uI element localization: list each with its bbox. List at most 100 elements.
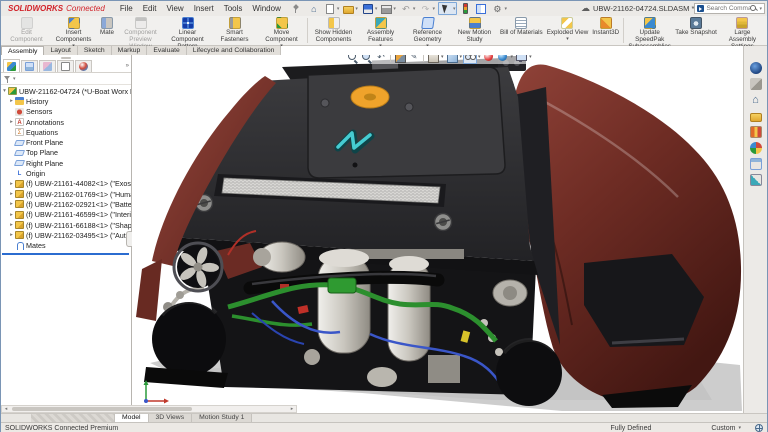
- ribbon-button-large-assembly-settings[interactable]: Large Assembly Settings: [719, 16, 766, 45]
- tree-item-sensors[interactable]: Sensors: [1, 107, 131, 117]
- tree-item-annotations[interactable]: Annotations: [1, 117, 131, 127]
- previous-view-icon[interactable]: [375, 55, 387, 63]
- panel-flyout-handle[interactable]: [126, 231, 132, 247]
- ribbon-button-insert-components[interactable]: Insert Components: [50, 16, 97, 45]
- expander-icon[interactable]: [8, 232, 15, 238]
- 3dexperience-button[interactable]: [747, 60, 765, 76]
- tree-item-right-plane[interactable]: Right Plane: [1, 158, 131, 168]
- ribbon-button-edit-component[interactable]: Edit Component: [3, 16, 50, 45]
- units-dropdown[interactable]: Custom: [711, 425, 741, 432]
- ribbon-button-linear-pattern[interactable]: Linear Component Pattern: [164, 16, 211, 45]
- chevron-down-icon[interactable]: [511, 55, 514, 60]
- chevron-down-icon[interactable]: [460, 55, 463, 60]
- ribbon-button-component-preview[interactable]: Component Preview Window: [117, 16, 164, 45]
- chevron-down-icon[interactable]: [375, 6, 378, 12]
- chevron-down-icon[interactable]: [441, 55, 444, 60]
- globe-icon[interactable]: [755, 424, 763, 432]
- ribbon-button-smart-fasteners[interactable]: Smart Fasteners: [211, 16, 258, 45]
- home-button[interactable]: [307, 2, 321, 15]
- scrollbar-thumb[interactable]: [12, 407, 192, 411]
- ribbon-button-move-component[interactable]: Move Component: [258, 16, 305, 45]
- appearances-button[interactable]: [747, 140, 765, 156]
- menu-window[interactable]: Window: [247, 4, 285, 13]
- menu-insert[interactable]: Insert: [189, 4, 219, 13]
- interrupt-button[interactable]: [459, 2, 472, 15]
- tree-item-front-plane[interactable]: Front Plane: [1, 137, 131, 147]
- scroll-left-arrow-icon[interactable]: [2, 406, 10, 412]
- edit-appearance-icon[interactable]: [483, 55, 495, 63]
- options-button[interactable]: [490, 2, 508, 15]
- chevron-down-icon[interactable]: [738, 425, 741, 431]
- new-document-button[interactable]: [323, 2, 341, 15]
- save-button[interactable]: [361, 2, 379, 15]
- tab-scroll-buttons[interactable]: [31, 414, 115, 422]
- tab-featuremanager-tree[interactable]: [3, 59, 20, 72]
- tab-layout[interactable]: Layout: [44, 46, 77, 55]
- tab-sketch[interactable]: Sketch: [78, 46, 112, 55]
- chevron-down-icon[interactable]: [393, 6, 396, 12]
- ribbon-button-new-motion-study[interactable]: New Motion Study: [451, 16, 498, 45]
- ribbon-button-update-speedpak[interactable]: Update SpeedPak Subassemblies: [626, 16, 673, 45]
- chevron-down-icon[interactable]: [355, 6, 358, 12]
- expander-icon[interactable]: [1, 88, 8, 94]
- panel-tabs-overflow-icon[interactable]: [126, 60, 129, 72]
- expander-icon[interactable]: [8, 191, 15, 197]
- expander-icon[interactable]: [8, 98, 15, 104]
- ribbon-button-take-snapshot[interactable]: Take Snapshot: [673, 16, 719, 45]
- ribbon-button-mate[interactable]: Mate: [97, 16, 117, 45]
- tree-root-assembly[interactable]: UBW-21162-04724 (*U-Boat Worx NEMO: [1, 86, 131, 96]
- ribbon-button-reference-geometry[interactable]: Reference Geometry: [404, 16, 451, 45]
- chevron-down-icon[interactable]: [13, 76, 16, 82]
- search-icon[interactable]: [750, 5, 758, 13]
- chevron-down-icon[interactable]: [413, 6, 416, 12]
- zoom-to-area-icon[interactable]: [361, 55, 373, 63]
- file-explorer-button[interactable]: [747, 108, 765, 124]
- tree-item-mates[interactable]: Mates: [1, 240, 131, 250]
- scroll-right-arrow-icon[interactable]: [288, 406, 296, 412]
- tree-filter[interactable]: [1, 73, 131, 85]
- view-orientation-icon[interactable]: [427, 55, 439, 63]
- view-settings-icon[interactable]: [515, 55, 527, 63]
- chevron-down-icon[interactable]: [504, 6, 507, 12]
- ribbon-button-show-hidden[interactable]: Show Hidden Components: [310, 16, 357, 45]
- redo-button[interactable]: [418, 2, 436, 15]
- chevron-down-icon[interactable]: [566, 37, 569, 41]
- chevron-down-icon[interactable]: [453, 6, 456, 12]
- tab-configurationmanager[interactable]: [39, 60, 56, 72]
- expander-icon[interactable]: [8, 222, 15, 228]
- tab-dimxpertmanager[interactable]: [57, 60, 74, 72]
- chevron-down-icon[interactable]: [337, 6, 340, 12]
- tab-propertymanager[interactable]: [21, 60, 38, 72]
- 3d-model-render[interactable]: [132, 55, 743, 413]
- select-tool-button[interactable]: [438, 2, 458, 15]
- search-input[interactable]: [706, 5, 750, 12]
- expander-icon[interactable]: [8, 201, 15, 207]
- ribbon-button-bill-of-materials[interactable]: Bill of Materials: [498, 16, 545, 45]
- open-button[interactable]: [342, 2, 359, 15]
- tab-model[interactable]: Model: [115, 414, 149, 422]
- tab-assembly[interactable]: Assembly: [1, 46, 44, 55]
- menu-file[interactable]: File: [115, 4, 138, 13]
- chevron-down-icon[interactable]: [432, 6, 435, 12]
- hide-show-items-icon[interactable]: [464, 55, 476, 63]
- tree-item-component[interactable]: (f) UBW-21161-66188<1> ("Shape B: [1, 220, 131, 230]
- ribbon-button-exploded-view[interactable]: Exploded View: [545, 16, 591, 45]
- expander-icon[interactable]: [8, 181, 15, 187]
- tree-item-component[interactable]: (f) UBW-21162-01769<1> ("Human I: [1, 189, 131, 199]
- tree-item-component[interactable]: (f) UBW-21162-02921<1> ("Battery S: [1, 199, 131, 209]
- tree-item-component[interactable]: (f) UBW-21162-03495<1> ("Auto Co: [1, 230, 131, 240]
- resources-button[interactable]: [747, 76, 765, 92]
- tab-displaymanager[interactable]: [75, 60, 92, 72]
- print-button[interactable]: [380, 2, 397, 15]
- tree-item-component[interactable]: (f) UBW-21161-44082<1> ("Exostruc: [1, 179, 131, 189]
- expander-icon[interactable]: [8, 212, 15, 218]
- graphics-viewport[interactable]: [132, 55, 743, 413]
- dynamic-annotation-views-icon[interactable]: [408, 55, 420, 63]
- tree-item-history[interactable]: History: [1, 96, 131, 106]
- tab-motion-study-1[interactable]: Motion Study 1: [192, 414, 252, 422]
- display-style-icon[interactable]: [446, 55, 458, 63]
- chevron-down-icon[interactable]: [759, 6, 762, 12]
- tree-item-top-plane[interactable]: Top Plane: [1, 148, 131, 158]
- window-layout-button[interactable]: [474, 2, 488, 15]
- zoom-to-fit-icon[interactable]: [347, 55, 359, 63]
